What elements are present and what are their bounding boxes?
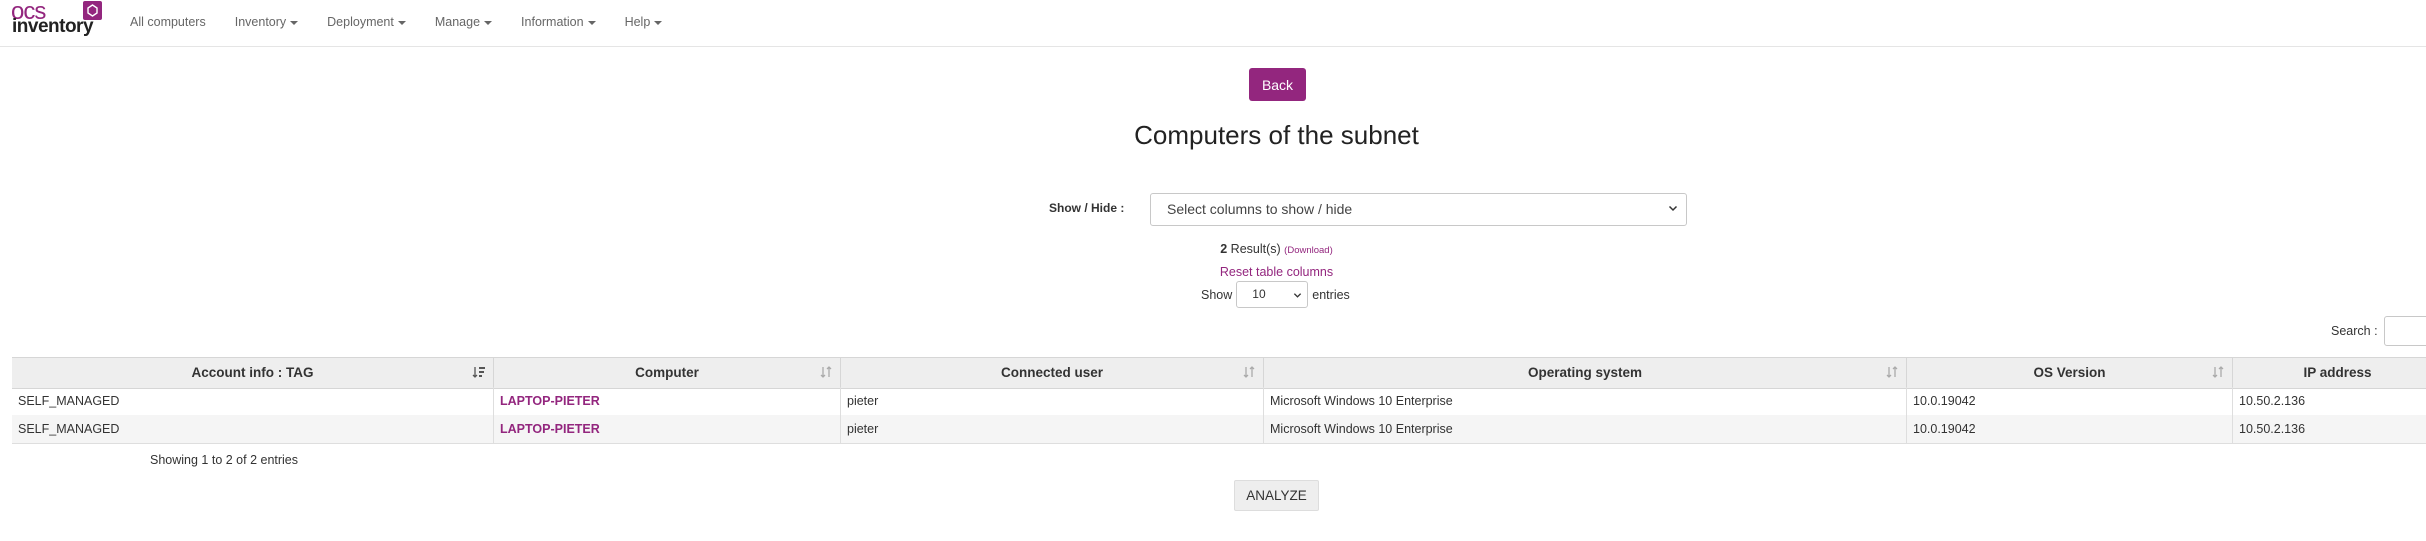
column-header-label: Operating system — [1527, 365, 1643, 380]
chevron-down-icon — [1294, 293, 1302, 298]
sort-both-icon — [2212, 366, 2224, 378]
column-header-os-version[interactable]: OS Version — [1907, 358, 2233, 388]
column-select-dropdown[interactable]: Select columns to show / hide — [1150, 193, 1687, 226]
show-hide-label: Show / Hide : — [1049, 201, 1125, 215]
caret-down-icon — [587, 20, 596, 25]
back-button[interactable]: Back — [1249, 68, 1306, 101]
column-header-label: Connected user — [1000, 365, 1104, 380]
cell-ip-address: 10.50.2.136 — [2239, 422, 2306, 436]
entries-suffix-label: entries — [1312, 287, 1350, 302]
top-navbar: ocs inventory All computers Inventory De… — [0, 0, 2426, 47]
caret-down-icon — [484, 20, 493, 25]
cell-os-version: 10.0.19042 — [1907, 387, 2233, 415]
column-header-operating-system[interactable]: Operating system — [1264, 358, 1907, 388]
cell-computer-link[interactable]: LAPTOP-PIETER — [494, 415, 841, 443]
nav-label: All computers — [130, 15, 206, 29]
nav-label: Information — [521, 15, 584, 29]
column-header-label: IP address — [2303, 365, 2372, 380]
cell-os-version: 10.0.19042 — [1907, 415, 2233, 443]
caret-down-icon — [654, 20, 663, 25]
nav-label: Deployment — [327, 15, 394, 29]
nav-deployment[interactable]: Deployment — [327, 15, 406, 29]
entries-per-page-select[interactable]: 10 — [1236, 281, 1309, 308]
ocs-inventory-logo[interactable]: ocs inventory — [11, 0, 103, 40]
logo-cube-icon — [83, 1, 102, 20]
table-header: Account info : TAG Computer Connected us… — [12, 357, 2426, 389]
results-summary: 2 Result(s) (Download) — [0, 242, 2426, 256]
nav-all-computers[interactable]: All computers — [130, 15, 206, 29]
caret-down-icon — [290, 20, 299, 25]
nav-help[interactable]: Help — [625, 15, 663, 29]
column-header-computer[interactable]: Computer — [494, 358, 841, 388]
entries-per-page-value: 10 — [1252, 287, 1266, 301]
search-input[interactable] — [2384, 316, 2426, 346]
column-select-placeholder: Select columns to show / hide — [1167, 201, 1353, 217]
table-row: SELF_MANAGED LAPTOP-PIETER pieter Micros… — [12, 415, 2426, 444]
entries-length-control: Show 10 entries — [1201, 281, 1350, 308]
cell-connected-user: pieter — [841, 415, 1264, 443]
table-info-text: Showing 1 to 2 of 2 entries — [150, 453, 299, 467]
reset-table-columns-link[interactable]: Reset table columns — [0, 265, 2426, 279]
analyze-button[interactable]: ANALYZE — [1234, 480, 1319, 511]
nav-information[interactable]: Information — [521, 15, 596, 29]
sort-both-icon — [1886, 366, 1898, 378]
nav-manage[interactable]: Manage — [434, 15, 493, 29]
cell-account-tag: SELF_MANAGED — [12, 415, 494, 443]
main-nav: All computers Inventory Deployment Manag… — [130, 15, 691, 29]
cell-account-tag: SELF_MANAGED — [12, 387, 494, 415]
sort-both-icon — [820, 366, 832, 378]
column-header-connected-user[interactable]: Connected user — [841, 358, 1264, 388]
entries-show-label: Show — [1201, 287, 1233, 302]
chevron-down-icon — [1668, 205, 1678, 212]
logo-text-bottom: inventory — [12, 16, 94, 37]
cell-ip-address: 10.50.2.136 — [2239, 394, 2306, 408]
search-label: Search : — [2331, 324, 2378, 338]
column-header-label: Computer — [635, 365, 699, 380]
cell-connected-user: pieter — [841, 387, 1264, 415]
nav-inventory[interactable]: Inventory — [234, 15, 299, 29]
column-header-account-tag[interactable]: Account info : TAG — [12, 358, 494, 388]
nav-label: Manage — [434, 15, 481, 29]
results-text: Result(s) — [1227, 242, 1281, 256]
download-link[interactable]: (Download) — [1284, 245, 1333, 256]
caret-down-icon — [397, 20, 406, 25]
column-header-label: OS Version — [2033, 365, 2106, 380]
column-header-ip-address[interactable]: IP address — [2233, 358, 2426, 388]
cell-operating-system: Microsoft Windows 10 Enterprise — [1264, 415, 1907, 443]
column-header-label: Account info : TAG — [191, 365, 314, 380]
nav-label: Inventory — [234, 15, 287, 29]
cell-operating-system: Microsoft Windows 10 Enterprise — [1264, 387, 1907, 415]
nav-label: Help — [624, 15, 651, 29]
sort-ascending-icon — [472, 367, 485, 378]
cell-computer-link[interactable]: LAPTOP-PIETER — [494, 387, 841, 415]
sort-both-icon — [1243, 366, 1255, 378]
table-row: SELF_MANAGED LAPTOP-PIETER pieter Micros… — [12, 387, 2426, 416]
page-title: Computers of the subnet — [1134, 120, 1419, 150]
